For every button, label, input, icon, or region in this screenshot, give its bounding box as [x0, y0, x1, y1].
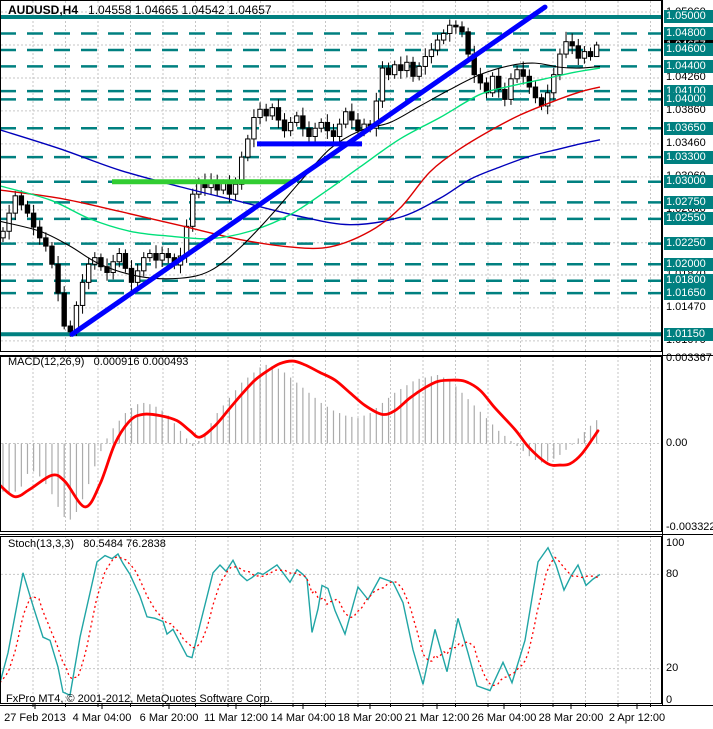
level-price-tag: 1.03300	[664, 150, 713, 164]
time-axis-label: 6 Mar 20:00	[139, 712, 199, 724]
macd-axis-label: -0.003322	[666, 521, 713, 534]
macd-current-values: 0.000916 0.000493	[93, 356, 189, 368]
time-axis-label: 14 Mar 04:00	[270, 712, 336, 724]
level-price-tag: 1.05000	[664, 10, 713, 24]
time-axis-label: 26 Mar 04:00	[471, 712, 537, 724]
stoch-current-values: 80.5484 76.2838	[83, 538, 166, 550]
price-axis-label: 1.01470	[666, 301, 706, 314]
macd-pane-series	[1, 359, 600, 520]
support-resistance-levels-layer	[0, 14, 662, 337]
level-price-tag: 1.02250	[664, 237, 713, 251]
time-axis-label: 21 Mar 12:00	[404, 712, 470, 724]
time-axis-label: 4 Mar 04:00	[72, 712, 132, 724]
copyright-text: FxPro MT4, © 2001-2012, MetaQuotes Softw…	[6, 693, 273, 705]
level-price-tag: 1.04600	[664, 43, 713, 57]
level-price-tag: 1.02750	[664, 195, 713, 209]
stoch-axis-label: 0	[666, 693, 673, 706]
time-axis-label: 11 Mar 12:00	[203, 712, 269, 724]
stoch-axis-label: 20	[666, 662, 679, 675]
macd-axis-label: 0.00	[666, 437, 688, 449]
time-axis-label: 2 Apr 12:00	[608, 712, 666, 724]
level-price-tag: 1.01800	[664, 274, 713, 288]
symbol-period-label: AUDUSD,H4	[8, 3, 79, 17]
level-price-tag: 1.04400	[664, 59, 713, 73]
price-axis-label: 1.03460	[666, 137, 706, 150]
mt4-chart-window: AUDUSD,H4 1.04558 1.04665 1.04542 1.0465…	[0, 0, 713, 729]
level-price-tag: 1.01150	[664, 327, 713, 341]
stoch-axis-label: 80	[666, 567, 679, 580]
macd-axis-label: 0.003367	[666, 351, 712, 364]
chart-title: AUDUSD,H4 1.04558 1.04665 1.04542 1.0465…	[8, 3, 272, 17]
price-axis-label: 1.03860	[666, 104, 706, 117]
stoch-indicator-label: Stoch(13,3,3) 80.5484 76.2838	[8, 538, 166, 550]
trendline-object[interactable]	[69, 4, 548, 337]
level-price-tag: 1.03650	[664, 121, 713, 135]
level-price-tag: 1.02000	[664, 257, 713, 271]
stochastic-pane-series	[1, 546, 601, 697]
time-axis-label: 18 Mar 20:00	[337, 712, 403, 724]
pane-borders	[0, 0, 713, 709]
level-price-tag: 1.02550	[664, 212, 713, 226]
price-axis-label: 1.04260	[666, 71, 706, 84]
stoch-axis-label: 100	[666, 536, 685, 549]
time-axis-label: 27 Feb 2013	[4, 712, 66, 724]
level-price-tag: 1.04000	[664, 92, 713, 106]
ohlc-values-label: 1.04558 1.04665 1.04542 1.04657	[88, 3, 272, 17]
time-axis-label: 28 Mar 20:00	[538, 712, 604, 724]
macd-indicator-label: MACD(12,26,9) 0.000916 0.000493	[8, 356, 189, 368]
level-price-tag: 1.04800	[664, 26, 713, 40]
level-price-tag: 1.03000	[664, 175, 713, 189]
level-price-tag: 1.01650	[664, 286, 713, 300]
